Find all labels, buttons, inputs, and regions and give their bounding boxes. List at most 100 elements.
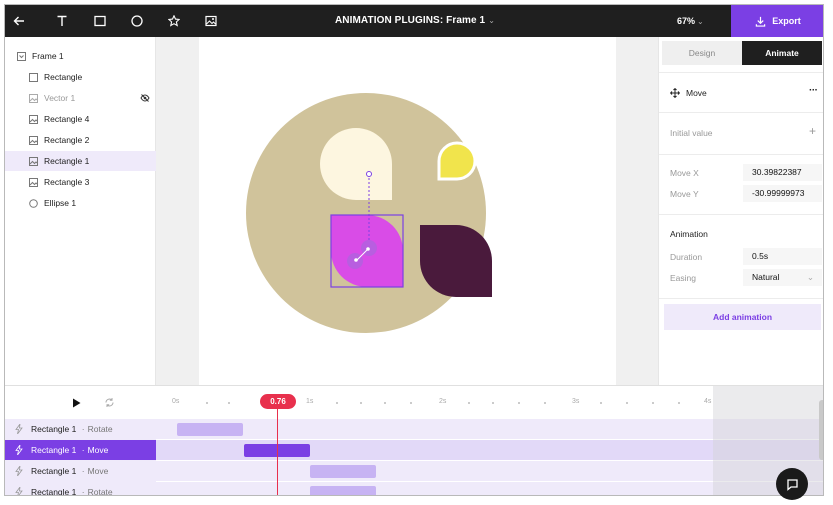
ruler-tick [336, 402, 338, 404]
image-icon [29, 114, 38, 124]
app-window: ANIMATION PLUGINS: Frame 1 ⌄ 67% ⌄ Export … [4, 4, 824, 496]
layer-ellipse-1[interactable]: Ellipse 1 [5, 193, 156, 213]
layer-label: Frame 1 [32, 51, 64, 61]
panel-tabs: Design Animate [659, 41, 823, 67]
path-start-handle[interactable] [366, 171, 372, 177]
zoom-level: 67% [677, 16, 696, 26]
track-label-rect1-move-active[interactable]: Rectangle 1 · Move [5, 440, 156, 460]
document-title-text: ANIMATION PLUGINS: Frame 1 [334, 15, 486, 26]
ruler-tick [410, 402, 412, 404]
frame-icon [17, 51, 26, 61]
track-label-rect1-rotate[interactable]: Rectangle 1 · Rotate [5, 419, 156, 439]
chat-support-button[interactable] [776, 468, 808, 500]
image-icon [29, 135, 38, 145]
tab-design[interactable]: Design [662, 41, 742, 65]
rectangle-shape-plum[interactable] [420, 225, 492, 297]
ruler-tick [206, 402, 208, 404]
layer-frame-1[interactable]: Frame 1 [5, 46, 156, 66]
export-label: Export [772, 16, 801, 26]
layer-vector-1[interactable]: Vector 1 [5, 88, 156, 108]
track-separator: · [81, 466, 85, 476]
move-y-label: Move Y [670, 189, 699, 199]
ruler-label: 2s [439, 398, 447, 405]
track-property: Move [87, 466, 109, 476]
ruler-label: 4s [704, 398, 712, 405]
layer-label: Rectangle 2 [44, 135, 90, 145]
top-bar: ANIMATION PLUGINS: Frame 1 ⌄ 67% ⌄ Export [5, 5, 823, 37]
move-y-field[interactable]: -30.99999973 [743, 185, 822, 202]
rectangle-shape-cream[interactable] [320, 128, 392, 200]
image-icon [29, 156, 38, 166]
ruler-tick [228, 402, 230, 404]
ruler-tick [626, 402, 628, 404]
layer-rectangle-3[interactable]: Rectangle 3 [5, 172, 156, 192]
ellipse-1[interactable] [246, 93, 486, 333]
layer-label: Rectangle [44, 72, 83, 82]
layers-panel: Frame 1 Rectangle Vector 1 Rectangle 4 R… [5, 37, 156, 385]
bolt-icon [15, 424, 25, 434]
easing-value: Natural [752, 272, 780, 282]
layer-rectangle[interactable]: Rectangle [5, 67, 156, 87]
plus-icon[interactable]: + [809, 124, 816, 138]
layer-label: Rectangle 1 [44, 156, 90, 166]
divider [659, 298, 823, 299]
move-icon [670, 88, 680, 100]
artboard-frame-1[interactable] [199, 37, 616, 385]
download-icon [756, 16, 766, 27]
rectangle-shape-yellow[interactable] [437, 141, 477, 181]
rectangle-icon [29, 72, 38, 82]
duration-label: Duration [670, 252, 703, 262]
ruler-tick [384, 402, 386, 404]
animation-block-rotate[interactable] [177, 423, 243, 436]
timeline-area[interactable]: 0s 1s 2s 3s 4s 0.76 [156, 386, 823, 495]
loop-icon[interactable] [104, 397, 115, 410]
layer-rectangle-4[interactable]: Rectangle 4 [5, 109, 156, 129]
playback-controls [5, 386, 156, 419]
ruler-tick [678, 402, 680, 404]
canvas[interactable] [156, 37, 658, 385]
move-x-field[interactable]: 30.39822387 [743, 164, 822, 181]
ruler-tick [518, 402, 520, 404]
timeline: Rectangle 1 · Rotate Rectangle 1 · Move Re… [5, 385, 823, 496]
animation-block-move[interactable] [310, 465, 376, 478]
eye-hidden-icon[interactable] [140, 93, 150, 103]
move-values-section: Move X 30.39822387 Move Y -30.99999973 [659, 154, 823, 214]
easing-select[interactable]: Natural ⌄ [743, 269, 822, 286]
zoom-dropdown[interactable]: 67% ⌄ [677, 5, 704, 37]
initial-value-section: Initial value + [659, 112, 823, 154]
ruler-label: 0s [172, 398, 180, 405]
layer-rectangle-2[interactable]: Rectangle 2 [5, 130, 156, 150]
timeline-track-labels: Rectangle 1 · Rotate Rectangle 1 · Move Re… [5, 386, 156, 496]
ruler-tick [544, 402, 546, 404]
artwork [246, 93, 492, 333]
duration-field[interactable]: 0.5s [743, 248, 822, 265]
vector-dot [354, 258, 358, 262]
track-label-rect1-rotate-2[interactable]: Rectangle 1 · Rotate [5, 482, 156, 496]
track-property: Move [87, 445, 109, 455]
ruler-tick [468, 402, 470, 404]
vector-dot [366, 247, 370, 251]
bolt-icon [15, 445, 25, 455]
layer-label: Rectangle 3 [44, 177, 90, 187]
layer-rectangle-1[interactable]: Rectangle 1 [5, 151, 156, 171]
effect-name: Move [686, 88, 707, 98]
more-options-icon[interactable]: ··· [809, 85, 818, 96]
export-button[interactable]: Export [731, 5, 823, 37]
track-label-rect1-move[interactable]: Rectangle 1 · Move [5, 461, 156, 481]
chevron-down-icon: ⌄ [806, 272, 814, 282]
track-layer-name: Rectangle 1 [31, 466, 77, 476]
effect-section: Move ··· [659, 72, 823, 112]
animation-block-rotate-2[interactable] [310, 486, 376, 495]
playhead-marker[interactable]: 0.76 [260, 394, 296, 409]
timeline-scrollbar[interactable] [819, 400, 823, 460]
track-separator: · [81, 445, 85, 455]
track-layer-name: Rectangle 1 [31, 487, 77, 496]
playhead-line[interactable] [277, 400, 278, 495]
layer-label: Ellipse 1 [44, 198, 77, 208]
ruler-tick [360, 402, 362, 404]
track-separator: · [81, 424, 85, 434]
tab-animate[interactable]: Animate [742, 41, 822, 65]
bolt-icon [15, 466, 25, 476]
add-animation-button[interactable]: Add animation [664, 304, 821, 330]
play-icon[interactable] [72, 398, 81, 410]
